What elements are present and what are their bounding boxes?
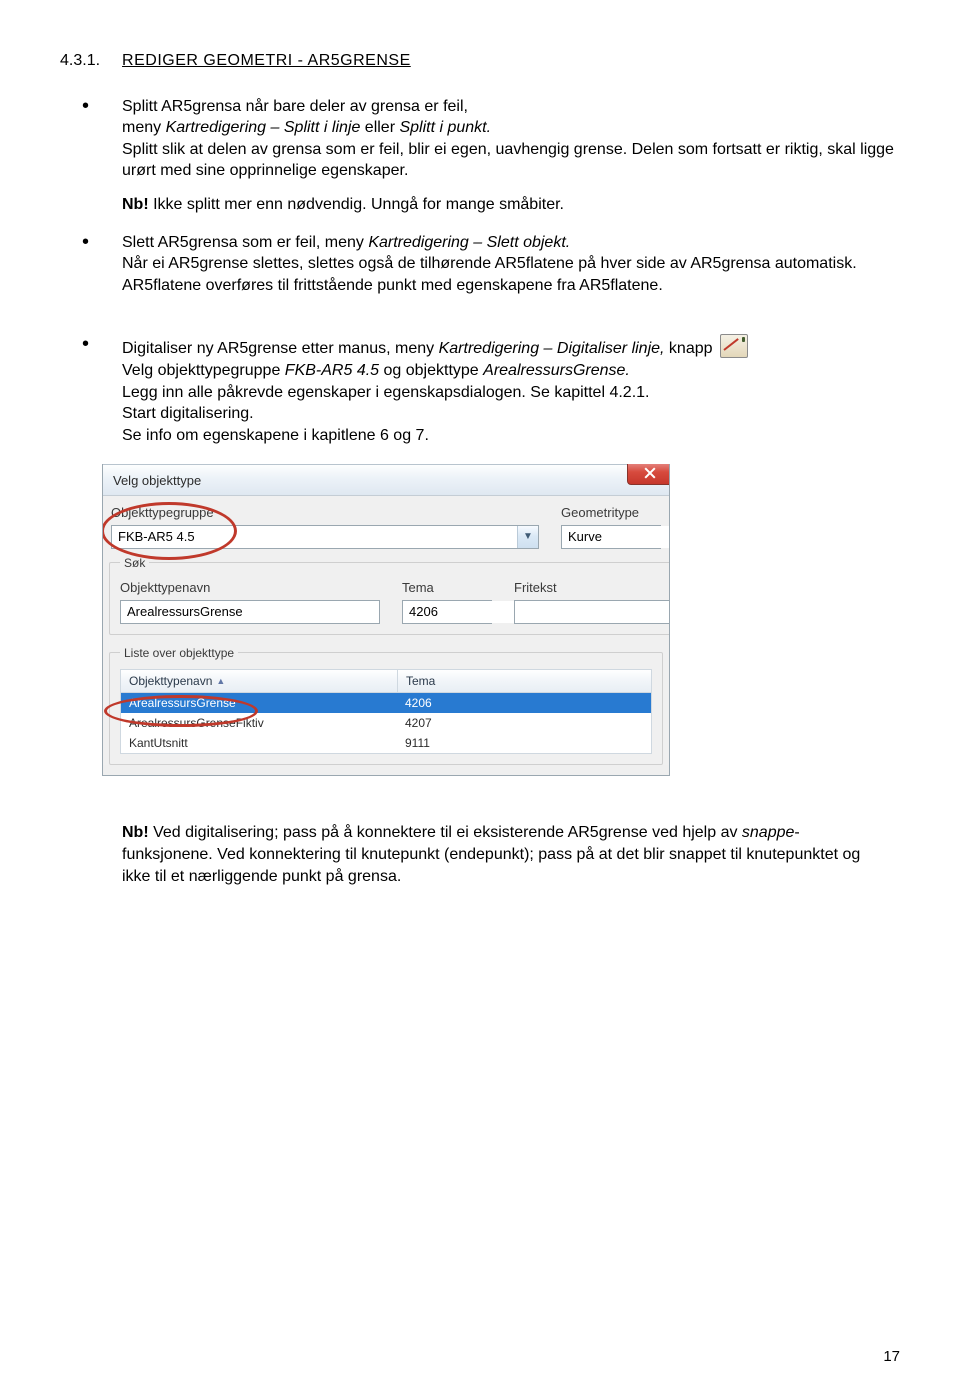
cell: 9111 [397,735,438,751]
field-label: Tema [402,579,492,597]
table-row[interactable]: KantUtsnitt 9111 [121,733,651,753]
value: FKB-AR5 4.5 [285,362,379,379]
text: meny [122,119,166,136]
object-group-combo[interactable]: ▼ [111,525,539,549]
bullet-slett: Slett AR5grensa som er feil, meny Kartre… [82,232,900,297]
object-type-dialog: Velg objekttype Objekttypegruppe ▼ Geome… [102,464,670,776]
note-label: Nb! [122,824,149,841]
text: Se info om egenskapene i kapitlene 6 og … [122,427,429,444]
close-button[interactable] [627,464,670,485]
table-header[interactable]: Objekttypenavn ▲ Tema [120,669,652,693]
tema-field[interactable] [402,600,492,624]
cell: KantUtsnitt [121,735,397,751]
search-group: Søk Objekttypenavn Tema Fritekst [109,555,670,635]
note-text: Ved digitalisering; pass på å konnektere… [149,824,742,841]
text: Når ei AR5grense slettes, slettes også d… [122,255,857,294]
col-header: Objekttypenavn [129,673,212,689]
value: ArealressursGrense. [483,362,630,379]
objecttype-name-field[interactable] [120,600,380,624]
section-heading: 4.3.1. REDIGER GEOMETRI - AR5GRENSE [60,50,900,72]
legend: Liste over objekttype [120,645,238,661]
table-body: ArealressursGrense 4206 ArealressursGren… [120,693,652,755]
object-group-input[interactable] [112,526,517,548]
geometry-type-input[interactable] [562,526,670,548]
text: eller [360,119,399,136]
chevron-down-icon[interactable]: ▼ [517,526,538,548]
term: snappe [742,824,795,841]
menu-path: Kartredigering – Splitt i linje [166,119,361,136]
text: Slett AR5grensa som er feil, meny [122,234,368,251]
objecttype-name-input[interactable] [121,601,379,623]
note-text: Ikke splitt mer enn nødvendig. Unngå for… [149,196,564,213]
cell: ArealressursGrenseFiktiv [121,715,397,731]
field-label: Geometritype [561,504,661,522]
menu-path: Splitt i punkt. [399,119,491,136]
field-label: Objekttypenavn [120,579,380,597]
page-number: 17 [883,1347,900,1367]
text: Digitaliser ny AR5grense etter manus, me… [122,340,439,357]
sort-asc-icon: ▲ [216,675,225,687]
menu-path: Kartredigering – Digitaliser linje, [439,340,665,357]
heading-number: 4.3.1. [60,50,100,72]
bullet-splitt: Splitt AR5grensa når bare deler av grens… [82,96,900,216]
freetext-field[interactable] [514,600,670,624]
menu-path: Kartredigering – Slett objekt. [368,234,570,251]
note-label: Nb! [122,196,149,213]
bullet-digitaliser: Digitaliser ny AR5grense etter manus, me… [82,334,900,446]
dialog-titlebar: Velg objekttype [103,464,669,496]
cell: ArealressursGrense [121,695,397,711]
cell: 4207 [397,715,440,731]
legend: Søk [120,555,149,571]
col-header: Tema [406,673,435,689]
text: Start digitalisering. [122,405,254,422]
field-label: Objekttypegruppe [111,504,539,522]
note-block: Nb! Ved digitalisering; pass på å konnek… [122,822,890,887]
table-row[interactable]: ArealressursGrenseFiktiv 4207 [121,713,651,733]
text: Splitt slik at delen av grensa som er fe… [122,141,894,180]
text: og objekttype [379,362,483,379]
text: Legg inn alle påkrevde egenskaper i egen… [122,384,649,401]
text: Splitt AR5grensa når bare deler av grens… [122,98,468,115]
text: knapp [664,340,712,357]
field-label: Fritekst [514,579,670,597]
cell: 4206 [397,695,440,711]
close-icon [644,467,656,479]
heading-title: REDIGER GEOMETRI - AR5GRENSE [122,50,411,72]
dialog-title: Velg objekttype [113,472,669,490]
list-group: Liste over objekttype Objekttypenavn ▲ Te… [109,645,663,766]
text: Velg objekttypegruppe [122,362,285,379]
table-row[interactable]: ArealressursGrense 4206 [121,693,651,713]
digitize-line-icon [720,334,748,358]
freetext-input[interactable] [515,601,670,623]
geometry-type-combo[interactable]: ▼ [561,525,661,549]
